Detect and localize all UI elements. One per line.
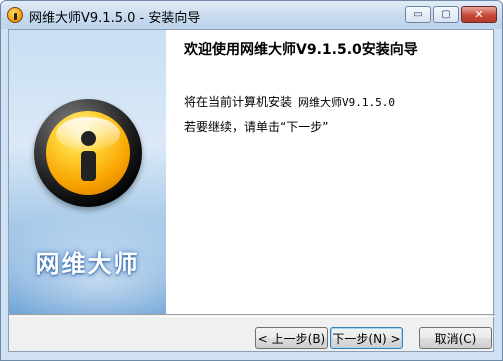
footer-divider (9, 314, 495, 317)
back-button[interactable]: < 上一步(B) (255, 327, 328, 349)
minimize-button[interactable]: ▭ (405, 6, 431, 23)
maximize-icon: ▢ (441, 8, 451, 20)
close-icon: ✕ (474, 8, 484, 21)
banner-product-name: 网维大师 (35, 250, 140, 278)
side-banner: 网维大师 (9, 30, 166, 314)
install-prefix: 将在当前计算机安装 (184, 95, 293, 109)
welcome-panel: 欢迎使用网维大师V9.1.5.0安装向导 将在当前计算机安装 网维大师V9.1.5… (166, 30, 493, 314)
title-bar[interactable]: 网维大师V9.1.5.0 - 安装向导 ▭ ▢ ✕ (1, 1, 502, 29)
minimize-icon: ▭ (413, 8, 423, 20)
window-title: 网维大师V9.1.5.0 - 安装向导 (29, 11, 201, 26)
logo-i-stem (81, 151, 96, 181)
next-button[interactable]: 下一步(N) > (330, 327, 403, 349)
wizard-body: 网维大师 欢迎使用网维大师V9.1.5.0安装向导 将在当前计算机安装 网维大师V… (8, 29, 495, 352)
app-info-icon (7, 7, 23, 23)
page-title: 欢迎使用网维大师V9.1.5.0安装向导 (184, 42, 418, 58)
install-product: 网维大师V9.1.5.0 (298, 96, 395, 109)
installer-window: 网维大师V9.1.5.0 - 安装向导 ▭ ▢ ✕ 网维大师 欢迎使用网维大师V… (0, 0, 503, 361)
install-description: 将在当前计算机安装 网维大师V9.1.5.0 (184, 93, 395, 110)
logo-i-dot (81, 131, 96, 146)
close-button[interactable]: ✕ (461, 6, 497, 23)
info-i-icon (34, 99, 142, 207)
continue-hint: 若要继续，请单击“下一步” (184, 120, 329, 134)
cancel-button[interactable]: 取消(C) (419, 327, 492, 349)
logo-core (46, 111, 130, 195)
maximize-button[interactable]: ▢ (433, 6, 459, 23)
